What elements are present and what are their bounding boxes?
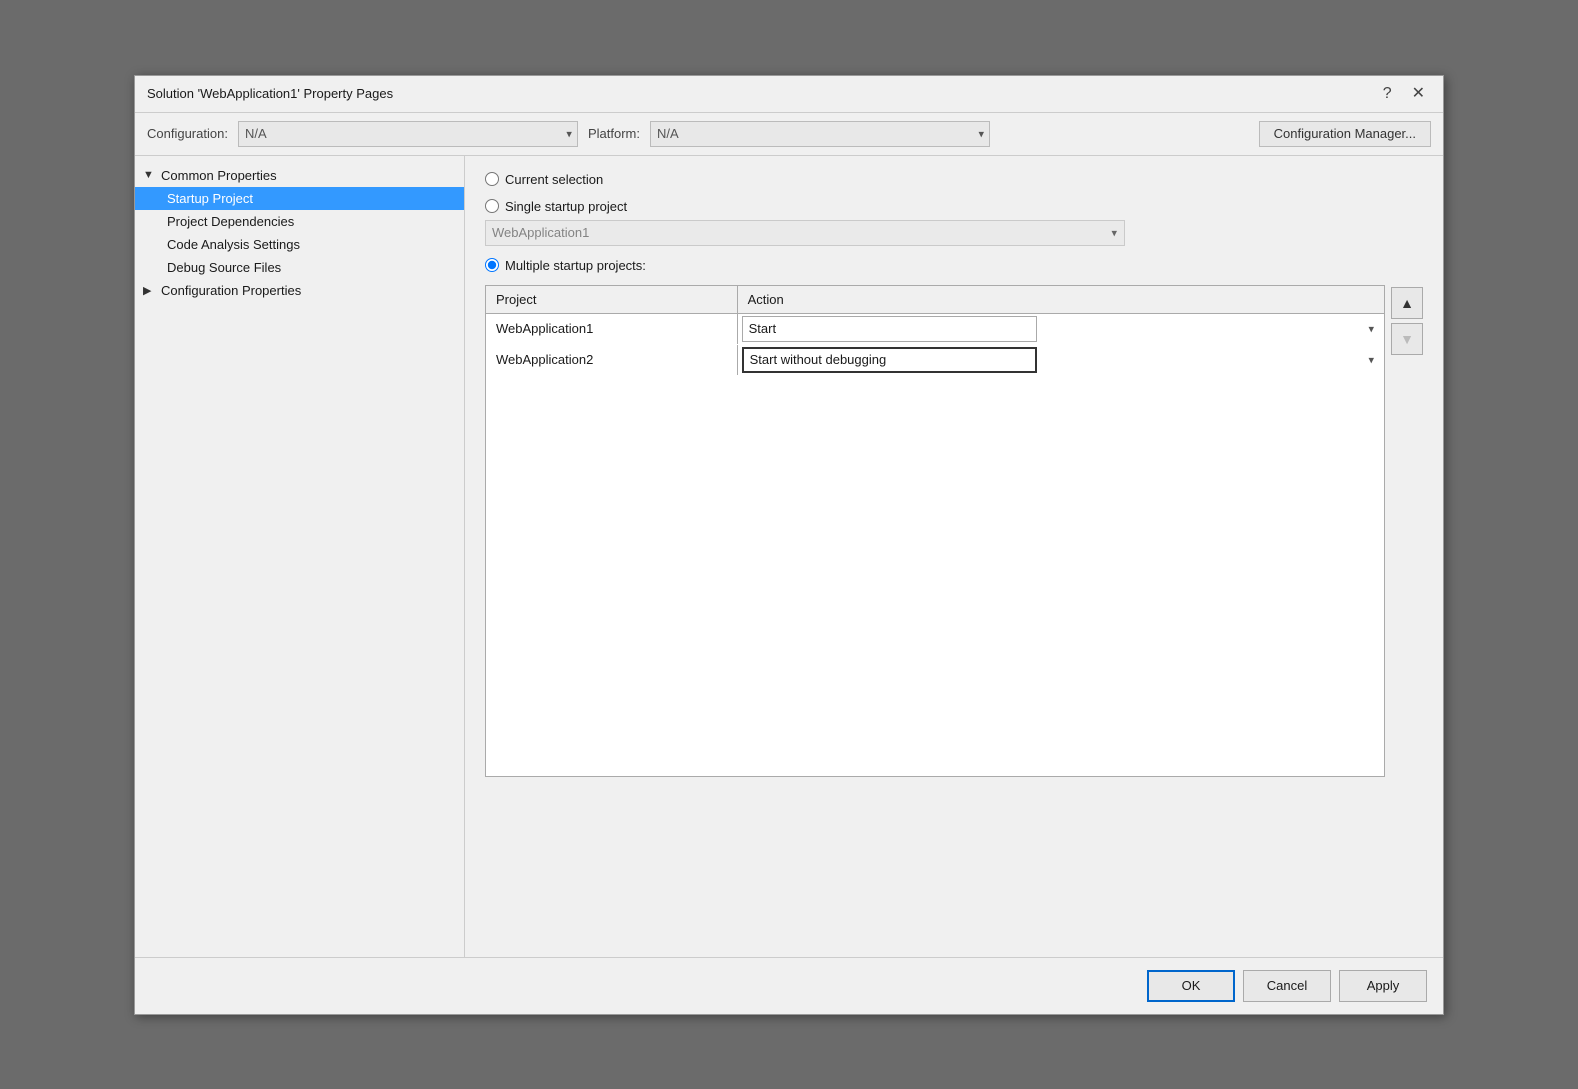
apply-button[interactable]: Apply: [1339, 970, 1427, 1002]
col-action-header: Action: [737, 286, 1384, 314]
row1-action-cell: None Start Start without debugging: [737, 313, 1384, 344]
multiple-startup-label[interactable]: Multiple startup projects:: [505, 258, 646, 273]
single-startup-radio[interactable]: [485, 199, 499, 213]
table-empty-row: [486, 375, 1384, 775]
platform-select-wrapper: N/A: [650, 121, 990, 147]
right-panel: Current selection Single startup project…: [465, 156, 1443, 957]
single-project-select[interactable]: WebApplication1: [485, 220, 1125, 246]
current-selection-row: Current selection: [485, 172, 1423, 187]
single-project-select-wrapper: WebApplication1: [485, 220, 1125, 246]
close-button[interactable]: ✕: [1406, 84, 1431, 104]
row1-project: WebApplication1: [486, 313, 737, 344]
help-button[interactable]: ?: [1377, 84, 1398, 104]
table-empty-area: [486, 375, 1384, 775]
multiple-startup-row: Multiple startup projects:: [485, 258, 1423, 273]
sidebar-common-properties-header[interactable]: ▼ Common Properties: [135, 164, 464, 187]
row1-action-select[interactable]: None Start Start without debugging: [742, 316, 1037, 342]
dialog-title: Solution 'WebApplication1' Property Page…: [147, 86, 393, 101]
sidebar: ▼ Common Properties Startup Project Proj…: [135, 156, 465, 957]
sidebar-item-project-dependencies[interactable]: Project Dependencies: [135, 210, 464, 233]
toolbar-row: Configuration: N/A Platform: N/A Configu…: [135, 113, 1443, 156]
projects-table-wrapper: Project Action WebApplication1 No: [485, 285, 1423, 777]
platform-label: Platform:: [588, 126, 640, 141]
row1-action-select-wrapper: None Start Start without debugging: [742, 316, 1380, 342]
config-select[interactable]: N/A: [238, 121, 578, 147]
ok-button[interactable]: OK: [1147, 970, 1235, 1002]
cancel-button[interactable]: Cancel: [1243, 970, 1331, 1002]
single-startup-label[interactable]: Single startup project: [505, 199, 627, 214]
table-row[interactable]: WebApplication2 None Start Start without…: [486, 344, 1384, 375]
config-label: Configuration:: [147, 126, 228, 141]
multiple-startup-radio[interactable]: [485, 258, 499, 272]
row2-project: WebApplication2: [486, 344, 737, 375]
sidebar-item-debug-source[interactable]: Debug Source Files: [135, 256, 464, 279]
projects-table-container: Project Action WebApplication1 No: [485, 285, 1385, 777]
title-bar-controls: ? ✕: [1377, 84, 1431, 104]
config-manager-button[interactable]: Configuration Manager...: [1259, 121, 1431, 147]
table-row[interactable]: WebApplication1 None Start Start without…: [486, 313, 1384, 344]
row2-action-select-wrapper: None Start Start without debugging: [742, 347, 1380, 373]
sidebar-item-code-analysis[interactable]: Code Analysis Settings: [135, 233, 464, 256]
current-selection-radio[interactable]: [485, 172, 499, 186]
up-down-buttons: ▲ ▼: [1391, 285, 1423, 777]
row2-action-cell: None Start Start without debugging: [737, 344, 1384, 375]
main-content: ▼ Common Properties Startup Project Proj…: [135, 156, 1443, 957]
projects-table: Project Action WebApplication1 No: [486, 286, 1384, 776]
row2-action-select[interactable]: None Start Start without debugging: [742, 347, 1037, 373]
single-startup-block: Single startup project WebApplication1: [485, 199, 1423, 246]
col-project-header: Project: [486, 286, 737, 314]
move-up-button[interactable]: ▲: [1391, 287, 1423, 319]
config-select-wrapper: N/A: [238, 121, 578, 147]
move-down-button[interactable]: ▼: [1391, 323, 1423, 355]
sidebar-config-properties-label: Configuration Properties: [161, 283, 301, 298]
property-pages-dialog: Solution 'WebApplication1' Property Page…: [134, 75, 1444, 1015]
sidebar-config-properties-header[interactable]: ▶ Configuration Properties: [135, 279, 464, 302]
common-properties-arrow: ▼: [143, 169, 157, 181]
config-properties-arrow: ▶: [143, 284, 157, 297]
sidebar-item-startup-project[interactable]: Startup Project: [135, 187, 464, 210]
platform-select[interactable]: N/A: [650, 121, 990, 147]
title-bar: Solution 'WebApplication1' Property Page…: [135, 76, 1443, 113]
dialog-footer: OK Cancel Apply: [135, 957, 1443, 1014]
single-startup-row: Single startup project: [485, 199, 1423, 214]
current-selection-label[interactable]: Current selection: [505, 172, 603, 187]
sidebar-common-properties-label: Common Properties: [161, 168, 277, 183]
